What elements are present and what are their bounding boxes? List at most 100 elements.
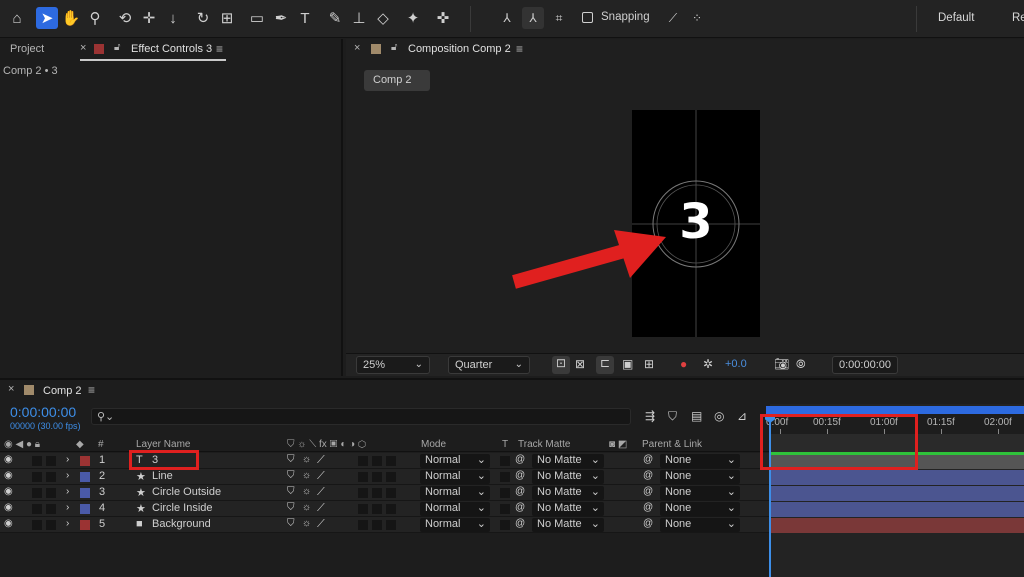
blend-mode-dropdown[interactable]: Normal ⌄ xyxy=(420,470,490,484)
local-axis-icon[interactable]: ⅄ xyxy=(496,7,518,29)
label-color-swatch[interactable] xyxy=(80,504,90,514)
transparency-grid-icon[interactable]: ⊠ xyxy=(575,357,585,371)
switch-box[interactable] xyxy=(386,504,396,514)
chevron-right-icon[interactable]: › xyxy=(66,454,69,465)
pickwhip-icon[interactable]: @ xyxy=(515,502,525,513)
quality-switch-icon[interactable]: ⟋ xyxy=(317,470,325,483)
tab-timeline-comp[interactable]: Comp 2 xyxy=(43,385,82,397)
selection-tool-icon[interactable]: ➤ xyxy=(36,7,58,29)
pen-tool-icon[interactable]: ✒ xyxy=(270,7,292,29)
view-axis-icon[interactable]: ⌗ xyxy=(548,7,570,29)
show-snapshot-icon[interactable]: ⦾ xyxy=(796,357,806,372)
lock-icon[interactable]: 🔓︎ xyxy=(391,42,397,53)
parent-pickwhip-icon[interactable]: @ xyxy=(643,502,653,513)
pickwhip-icon[interactable]: @ xyxy=(515,454,525,465)
quality-switch-icon[interactable]: ⟋ xyxy=(317,454,325,467)
switch-box[interactable] xyxy=(358,456,368,466)
graph-editor-icon[interactable]: ⊿ xyxy=(737,409,747,423)
solo-toggle[interactable] xyxy=(46,520,56,530)
comp-breadcrumb-button[interactable]: Comp 2 xyxy=(364,70,430,91)
quality-switch-icon[interactable]: ⟋ xyxy=(317,518,325,531)
clone-stamp-icon[interactable]: ⊥ xyxy=(348,7,370,29)
collapse-switch-icon[interactable]: ☼ xyxy=(302,454,311,465)
collapse-switch-icon[interactable]: ☼ xyxy=(302,486,311,497)
work-area-bar[interactable] xyxy=(766,406,1024,414)
comp-mini-flowchart-icon[interactable]: ⇶ xyxy=(645,409,655,423)
eye-icon[interactable]: ◉ xyxy=(4,470,13,481)
switch-box[interactable] xyxy=(386,520,396,530)
color-management-icon[interactable]: ✲ xyxy=(703,357,713,371)
zoom-tool-icon[interactable]: ⚲ xyxy=(84,7,106,29)
rotation-tool-icon[interactable]: ↻ xyxy=(192,7,214,29)
hand-tool-icon[interactable]: ✋ xyxy=(60,7,82,29)
collapse-switch-icon[interactable]: ☼ xyxy=(302,518,311,529)
pan-camera-icon[interactable]: ✛ xyxy=(138,7,160,29)
layer-duration-bar[interactable] xyxy=(771,470,1024,485)
fast-previews-icon[interactable]: ⊡ xyxy=(552,356,570,374)
motion-blur-icon[interactable]: ◎ xyxy=(714,409,724,423)
track-matte-dropdown[interactable]: No Matte ⌄ xyxy=(532,486,604,500)
layer-name[interactable]: Line xyxy=(152,470,173,482)
shy-switch-icon[interactable]: ⛉ xyxy=(287,486,295,497)
switch-box[interactable] xyxy=(372,520,382,530)
shy-switch-icon[interactable]: ⛉ xyxy=(287,502,295,513)
audio-toggle[interactable] xyxy=(32,472,42,482)
panel-menu-icon[interactable]: ≡ xyxy=(88,383,95,397)
tab-effect-controls[interactable]: Effect Controls 3 xyxy=(131,43,212,55)
switch-box[interactable] xyxy=(358,504,368,514)
collapse-switch-icon[interactable]: ☼ xyxy=(302,502,311,513)
tab-project[interactable]: Project xyxy=(10,43,44,55)
switch-box[interactable] xyxy=(358,520,368,530)
workspace-review[interactable]: Re xyxy=(1012,12,1024,24)
label-color-swatch[interactable] xyxy=(80,472,90,482)
guides-icon[interactable]: ⊞ xyxy=(644,357,654,371)
frame-blending-icon[interactable]: ▤ xyxy=(691,409,702,423)
eye-icon[interactable]: ◉ xyxy=(4,454,13,465)
orbit-camera-icon[interactable]: ⟲ xyxy=(114,7,136,29)
eye-icon[interactable]: ◉ xyxy=(4,518,13,529)
blend-mode-dropdown[interactable]: Normal ⌄ xyxy=(420,454,490,468)
audio-toggle[interactable] xyxy=(32,456,42,466)
switch-box[interactable] xyxy=(372,504,382,514)
quality-switch-icon[interactable]: ⟋ xyxy=(317,502,325,515)
layer-duration-bar[interactable] xyxy=(771,486,1024,501)
puppet-pin-icon[interactable]: ✜ xyxy=(432,7,454,29)
exposure-value[interactable]: +0.0 xyxy=(725,358,747,370)
layer-search-input[interactable]: ⚲⌄ xyxy=(91,408,631,425)
tab-composition[interactable]: Composition Comp 2 xyxy=(408,43,511,55)
lock-icon[interactable]: 🔓︎ xyxy=(114,42,120,53)
solo-toggle[interactable] xyxy=(46,504,56,514)
layer-duration-bar[interactable] xyxy=(771,518,1024,533)
blend-mode-dropdown[interactable]: Normal ⌄ xyxy=(420,518,490,532)
shy-switch-icon[interactable]: ⛉ xyxy=(287,518,295,529)
switch-box[interactable] xyxy=(372,456,382,466)
eye-icon[interactable]: ◉ xyxy=(4,502,13,513)
rectangle-tool-icon[interactable]: ▭ xyxy=(246,7,268,29)
layer-duration-bar[interactable] xyxy=(771,502,1024,517)
layer-name[interactable]: Circle Outside xyxy=(152,486,221,498)
pickwhip-icon[interactable]: @ xyxy=(515,470,525,481)
preserve-transparency-toggle[interactable] xyxy=(500,472,510,482)
close-icon[interactable]: × xyxy=(80,42,86,54)
preserve-transparency-toggle[interactable] xyxy=(500,504,510,514)
solo-toggle[interactable] xyxy=(46,456,56,466)
track-matte-dropdown[interactable]: No Matte ⌄ xyxy=(532,454,604,468)
layer-name[interactable]: Circle Inside xyxy=(152,502,213,514)
close-icon[interactable]: × xyxy=(8,383,14,395)
pickwhip-icon[interactable]: @ xyxy=(515,518,525,529)
mask-visibility-icon[interactable]: ⊏ xyxy=(596,356,614,374)
switch-box[interactable] xyxy=(386,488,396,498)
layer-row[interactable]: ◉ › 2 ★ Line ⛉ ☼ ⟋ Normal ⌄ @ No Matte ⌄ @… xyxy=(0,469,770,485)
shy-layers-icon[interactable]: ⛉ xyxy=(668,409,677,424)
layer-row[interactable]: ◉ › 4 ★ Circle Inside ⛉ ☼ ⟋ Normal ⌄ @ No… xyxy=(0,501,770,517)
region-of-interest-icon[interactable]: ▣ xyxy=(622,357,633,371)
workspace-default[interactable]: Default xyxy=(938,12,974,24)
preserve-transparency-toggle[interactable] xyxy=(500,520,510,530)
quality-switch-icon[interactable]: ⟋ xyxy=(317,486,325,499)
parent-dropdown[interactable]: None ⌄ xyxy=(660,502,740,516)
parent-pickwhip-icon[interactable]: @ xyxy=(643,470,653,481)
layer-row[interactable]: ◉ › 5 ■ Background ⛉ ☼ ⟋ Normal ⌄ @ No Ma… xyxy=(0,517,770,533)
audio-toggle[interactable] xyxy=(32,488,42,498)
current-time-display[interactable]: 0:00:00:00 xyxy=(10,404,76,420)
layer-name-column-header[interactable]: Layer Name xyxy=(136,439,190,450)
